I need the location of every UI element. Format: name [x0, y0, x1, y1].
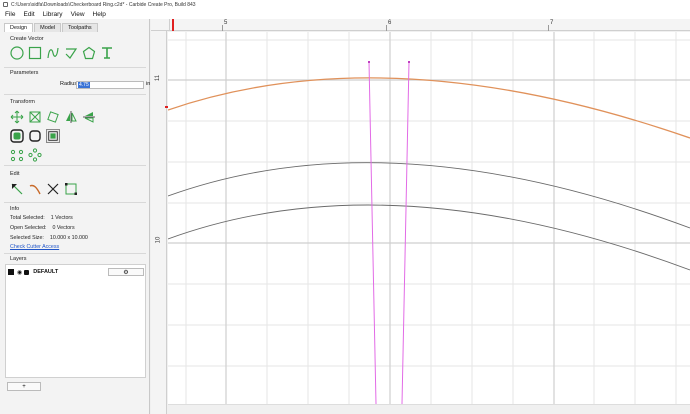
- layers-heading: Layers: [10, 256, 27, 262]
- open-selected-row: Open Selected: 0 Vectors: [10, 225, 75, 231]
- polyline-icon[interactable]: [64, 46, 78, 60]
- total-selected-value: 1 Vectors: [50, 215, 73, 221]
- divider: [4, 67, 146, 68]
- divider: [4, 94, 146, 95]
- layer-row[interactable]: ◉ DEFAULT ⚙: [8, 268, 144, 276]
- info-heading: Info: [10, 206, 20, 212]
- create-vector-tools: [10, 46, 118, 60]
- boolean-icon[interactable]: [46, 129, 60, 143]
- transform-tools-row-2: [10, 129, 64, 143]
- open-selected-value: 0 Vectors: [52, 225, 75, 231]
- divider: [4, 253, 146, 254]
- toolpath-node-right[interactable]: [408, 61, 410, 63]
- menu-edit[interactable]: Edit: [23, 11, 34, 18]
- layers-list: ◉ DEFAULT ⚙: [5, 264, 146, 378]
- offset-icon[interactable]: [10, 129, 24, 143]
- menu-help[interactable]: Help: [93, 11, 106, 18]
- ruler-label-5: 5: [224, 20, 228, 26]
- title-bar: C:\Users\sidfa\Downloads\Checkerboard Ri…: [0, 0, 690, 9]
- transform-heading: Transform: [10, 99, 35, 105]
- left-sidebar: Design Model Toolpaths Create Vector Par…: [0, 19, 150, 414]
- layer-name: DEFAULT: [33, 269, 59, 275]
- tab-toolpaths[interactable]: Toolpaths: [62, 23, 98, 32]
- circle-icon[interactable]: [10, 46, 24, 60]
- ruler-position-marker: [172, 19, 174, 31]
- major-grid: [168, 32, 690, 404]
- edit-tools: [10, 182, 82, 196]
- radius-label: Radius: [60, 81, 78, 87]
- ruler-tick: [548, 25, 549, 31]
- selected-size-value: 10.000 x 10.000: [49, 235, 88, 241]
- total-selected-row: Total Selected: 1 Vectors: [10, 215, 73, 221]
- edit-heading: Edit: [10, 171, 20, 177]
- parameters-heading: Parameters: [10, 70, 39, 76]
- ruler-tick: [386, 25, 387, 31]
- circular-array-icon[interactable]: [28, 148, 42, 162]
- curve-icon[interactable]: [46, 46, 60, 60]
- ruler-label-11: 11: [155, 74, 162, 82]
- check-cutter-access-link[interactable]: Check Cutter Access: [10, 244, 59, 250]
- radius-unit: in: [146, 81, 151, 87]
- rectangle-icon[interactable]: [28, 46, 42, 60]
- radius-row: Radius 4.75 in: [10, 81, 150, 89]
- array-icon[interactable]: [10, 148, 24, 162]
- trim-icon[interactable]: [46, 182, 60, 196]
- app-icon: [3, 2, 8, 7]
- transform-tools-row-1: [10, 110, 100, 124]
- horizontal-scrollbar[interactable]: [168, 404, 690, 414]
- open-selected-label: Open Selected:: [10, 225, 47, 231]
- mode-tabs: Design Model Toolpaths: [4, 23, 99, 32]
- radius-input[interactable]: 4.75: [76, 81, 144, 89]
- toolpath-line-right[interactable]: [401, 61, 410, 404]
- rotate-icon[interactable]: [46, 110, 60, 124]
- divider: [4, 202, 146, 203]
- tab-design[interactable]: Design: [4, 23, 34, 32]
- inner-arc[interactable]: [168, 204, 690, 271]
- fillet-icon[interactable]: [28, 129, 42, 143]
- design-canvas[interactable]: [168, 32, 690, 404]
- top-ruler: 5 6 7: [170, 19, 690, 31]
- menu-view[interactable]: View: [71, 11, 85, 18]
- selected-arc[interactable]: [168, 77, 690, 139]
- join-icon[interactable]: [64, 182, 78, 196]
- toolpath-node-left[interactable]: [368, 61, 370, 63]
- mirror-vertical-icon[interactable]: [82, 110, 96, 124]
- smooth-node-icon[interactable]: [28, 182, 42, 196]
- radius-value: 4.75: [78, 82, 90, 88]
- ruler-label-10: 10: [155, 236, 162, 244]
- menu-library[interactable]: Library: [43, 11, 63, 18]
- layer-color-swatch[interactable]: [8, 269, 14, 275]
- menu-bar: File Edit Library View Help: [0, 9, 690, 19]
- ruler-label-6: 6: [388, 20, 392, 26]
- gear-icon: ⚙: [123, 269, 129, 276]
- total-selected-label: Total Selected:: [10, 215, 45, 221]
- add-layer-button[interactable]: +: [7, 382, 41, 391]
- transform-tools-row-3: [10, 148, 46, 162]
- divider: [4, 165, 146, 166]
- mirror-horizontal-icon[interactable]: [64, 110, 78, 124]
- move-icon[interactable]: [10, 110, 24, 124]
- ruler-label-7: 7: [550, 20, 554, 26]
- left-ruler: 11 10: [151, 31, 168, 414]
- polygon-icon[interactable]: [82, 46, 96, 60]
- canvas-drawing: [168, 32, 690, 404]
- grid: [168, 32, 690, 404]
- tab-model[interactable]: Model: [34, 23, 62, 32]
- ruler-tick: [222, 25, 223, 31]
- node-edit-icon[interactable]: [10, 182, 24, 196]
- menu-file[interactable]: File: [5, 11, 15, 18]
- ruler-corner: [151, 19, 170, 31]
- eye-icon[interactable]: ◉: [17, 269, 22, 276]
- toolpath-line-left[interactable]: [368, 61, 377, 404]
- scale-icon[interactable]: [28, 110, 42, 124]
- layer-settings-button[interactable]: ⚙: [108, 268, 144, 276]
- lock-icon[interactable]: [24, 269, 30, 275]
- window-title: C:\Users\sidfa\Downloads\Checkerboard Ri…: [11, 1, 196, 8]
- selected-size-row: Selected Size: 10.000 x 10.000: [10, 235, 88, 241]
- selected-size-label: Selected Size:: [10, 235, 44, 241]
- create-vector-heading: Create Vector: [10, 36, 44, 42]
- middle-arc[interactable]: [168, 162, 690, 229]
- text-icon[interactable]: [100, 46, 114, 60]
